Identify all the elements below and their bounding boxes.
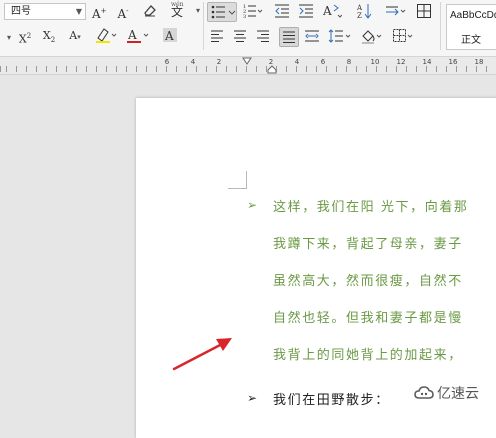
ruler-number: 6: [320, 58, 326, 66]
page-margin-corner-mark: [228, 171, 247, 189]
decrease-indent-icon[interactable]: [274, 3, 290, 21]
align-center-icon[interactable]: [233, 29, 247, 47]
subscript-button[interactable]: X2: [42, 27, 56, 45]
first-line-indent-marker[interactable]: [242, 57, 252, 65]
borders-icon[interactable]: [392, 28, 416, 46]
style-normal[interactable]: AaBbCcDd 正文: [446, 4, 496, 50]
ribbon-separator: [203, 2, 204, 50]
show-marks-icon[interactable]: [384, 3, 406, 21]
paragraph-line[interactable]: 我们在田野散步：: [273, 389, 390, 408]
align-left-icon[interactable]: [210, 29, 224, 47]
grow-font-button[interactable]: A+: [92, 2, 107, 21]
ruler-ticks: [0, 66, 496, 72]
ruler-number: 10: [370, 58, 380, 66]
chevron-down-icon[interactable]: ▾: [2, 29, 16, 47]
watermark: 亿速云: [414, 382, 479, 404]
svg-text:A: A: [164, 29, 174, 43]
ruler-number: 6: [164, 58, 170, 66]
font-size-value: 四号: [11, 6, 31, 17]
increase-indent-icon[interactable]: [298, 3, 314, 21]
font-size-select[interactable]: 四号 ▼: [4, 3, 86, 20]
ruler-number: 4: [294, 58, 300, 66]
superscript-button[interactable]: X2: [18, 27, 32, 46]
align-right-icon[interactable]: [256, 29, 270, 47]
paragraph-line[interactable]: 虽然高大，然而很瘦，自然不: [273, 270, 463, 289]
style-name-label: 正文: [461, 35, 481, 46]
paragraph-line[interactable]: 我蹲下来，背起了母亲，妻子: [273, 233, 463, 252]
style-sample-text: AaBbCcDd: [450, 10, 496, 21]
distributed-align-icon[interactable]: [304, 29, 320, 47]
hanging-indent-marker[interactable]: [267, 65, 277, 74]
cloud-logo-icon: [414, 386, 434, 399]
bullet-arrow-icon: ➢: [247, 198, 258, 212]
ruler-number: 2: [216, 58, 222, 66]
text-effect-button[interactable]: A▾: [68, 27, 82, 45]
chevron-down-icon[interactable]: ▼: [76, 4, 82, 19]
phonetic-guide-button[interactable]: wén 文: [168, 0, 190, 19]
svg-text:A: A: [322, 4, 332, 18]
ruler-number: 8: [346, 58, 352, 66]
paragraph-line[interactable]: 自然也轻。但我和妻子都是慢: [273, 307, 463, 326]
svg-text:A: A: [356, 4, 363, 12]
ribbon-separator: [440, 2, 441, 50]
ruler-number: 12: [396, 58, 406, 66]
ruler-number: 14: [422, 58, 432, 66]
bullet-list-button[interactable]: [207, 2, 237, 22]
text-direction-icon[interactable]: A: [322, 2, 343, 20]
table-grid-icon[interactable]: [416, 3, 432, 21]
svg-text:Z: Z: [357, 12, 362, 20]
sort-icon[interactable]: AZ: [356, 2, 372, 20]
paragraph-line[interactable]: 这样，我们在阳 光下，向着那: [273, 196, 469, 215]
bullet-arrow-icon: ➢: [247, 391, 258, 405]
ruler-number: 16: [448, 58, 458, 66]
red-arrow-icon: [172, 338, 232, 371]
highlight-icon[interactable]: [94, 26, 120, 44]
eraser-icon[interactable]: [142, 2, 158, 20]
ruler-number: 4: [190, 58, 196, 66]
numbered-list-button[interactable]: 123: [242, 3, 264, 21]
justify-button[interactable]: [279, 27, 299, 47]
shrink-font-button[interactable]: A-: [116, 2, 130, 21]
shading-fill-icon[interactable]: [360, 27, 384, 45]
svg-text:A: A: [127, 28, 137, 42]
horizontal-ruler[interactable]: 6 4 2 2 4 6 8 10 12 14 16 18: [0, 57, 496, 75]
ribbon-toolbar: 四号 ▼ A+ A- wén 文 ▾ 123 A AZ ▾ X2 X2 A▾ A…: [0, 0, 496, 57]
watermark-text: 亿速云: [437, 386, 479, 402]
character-shading-icon[interactable]: A: [162, 26, 178, 44]
paragraph-line[interactable]: 我背上的同她背上的加起来，: [273, 344, 463, 363]
svg-text:3: 3: [243, 14, 246, 19]
ruler-number: 18: [474, 58, 484, 66]
font-color-icon[interactable]: A: [126, 26, 152, 44]
line-spacing-icon[interactable]: [328, 28, 352, 46]
